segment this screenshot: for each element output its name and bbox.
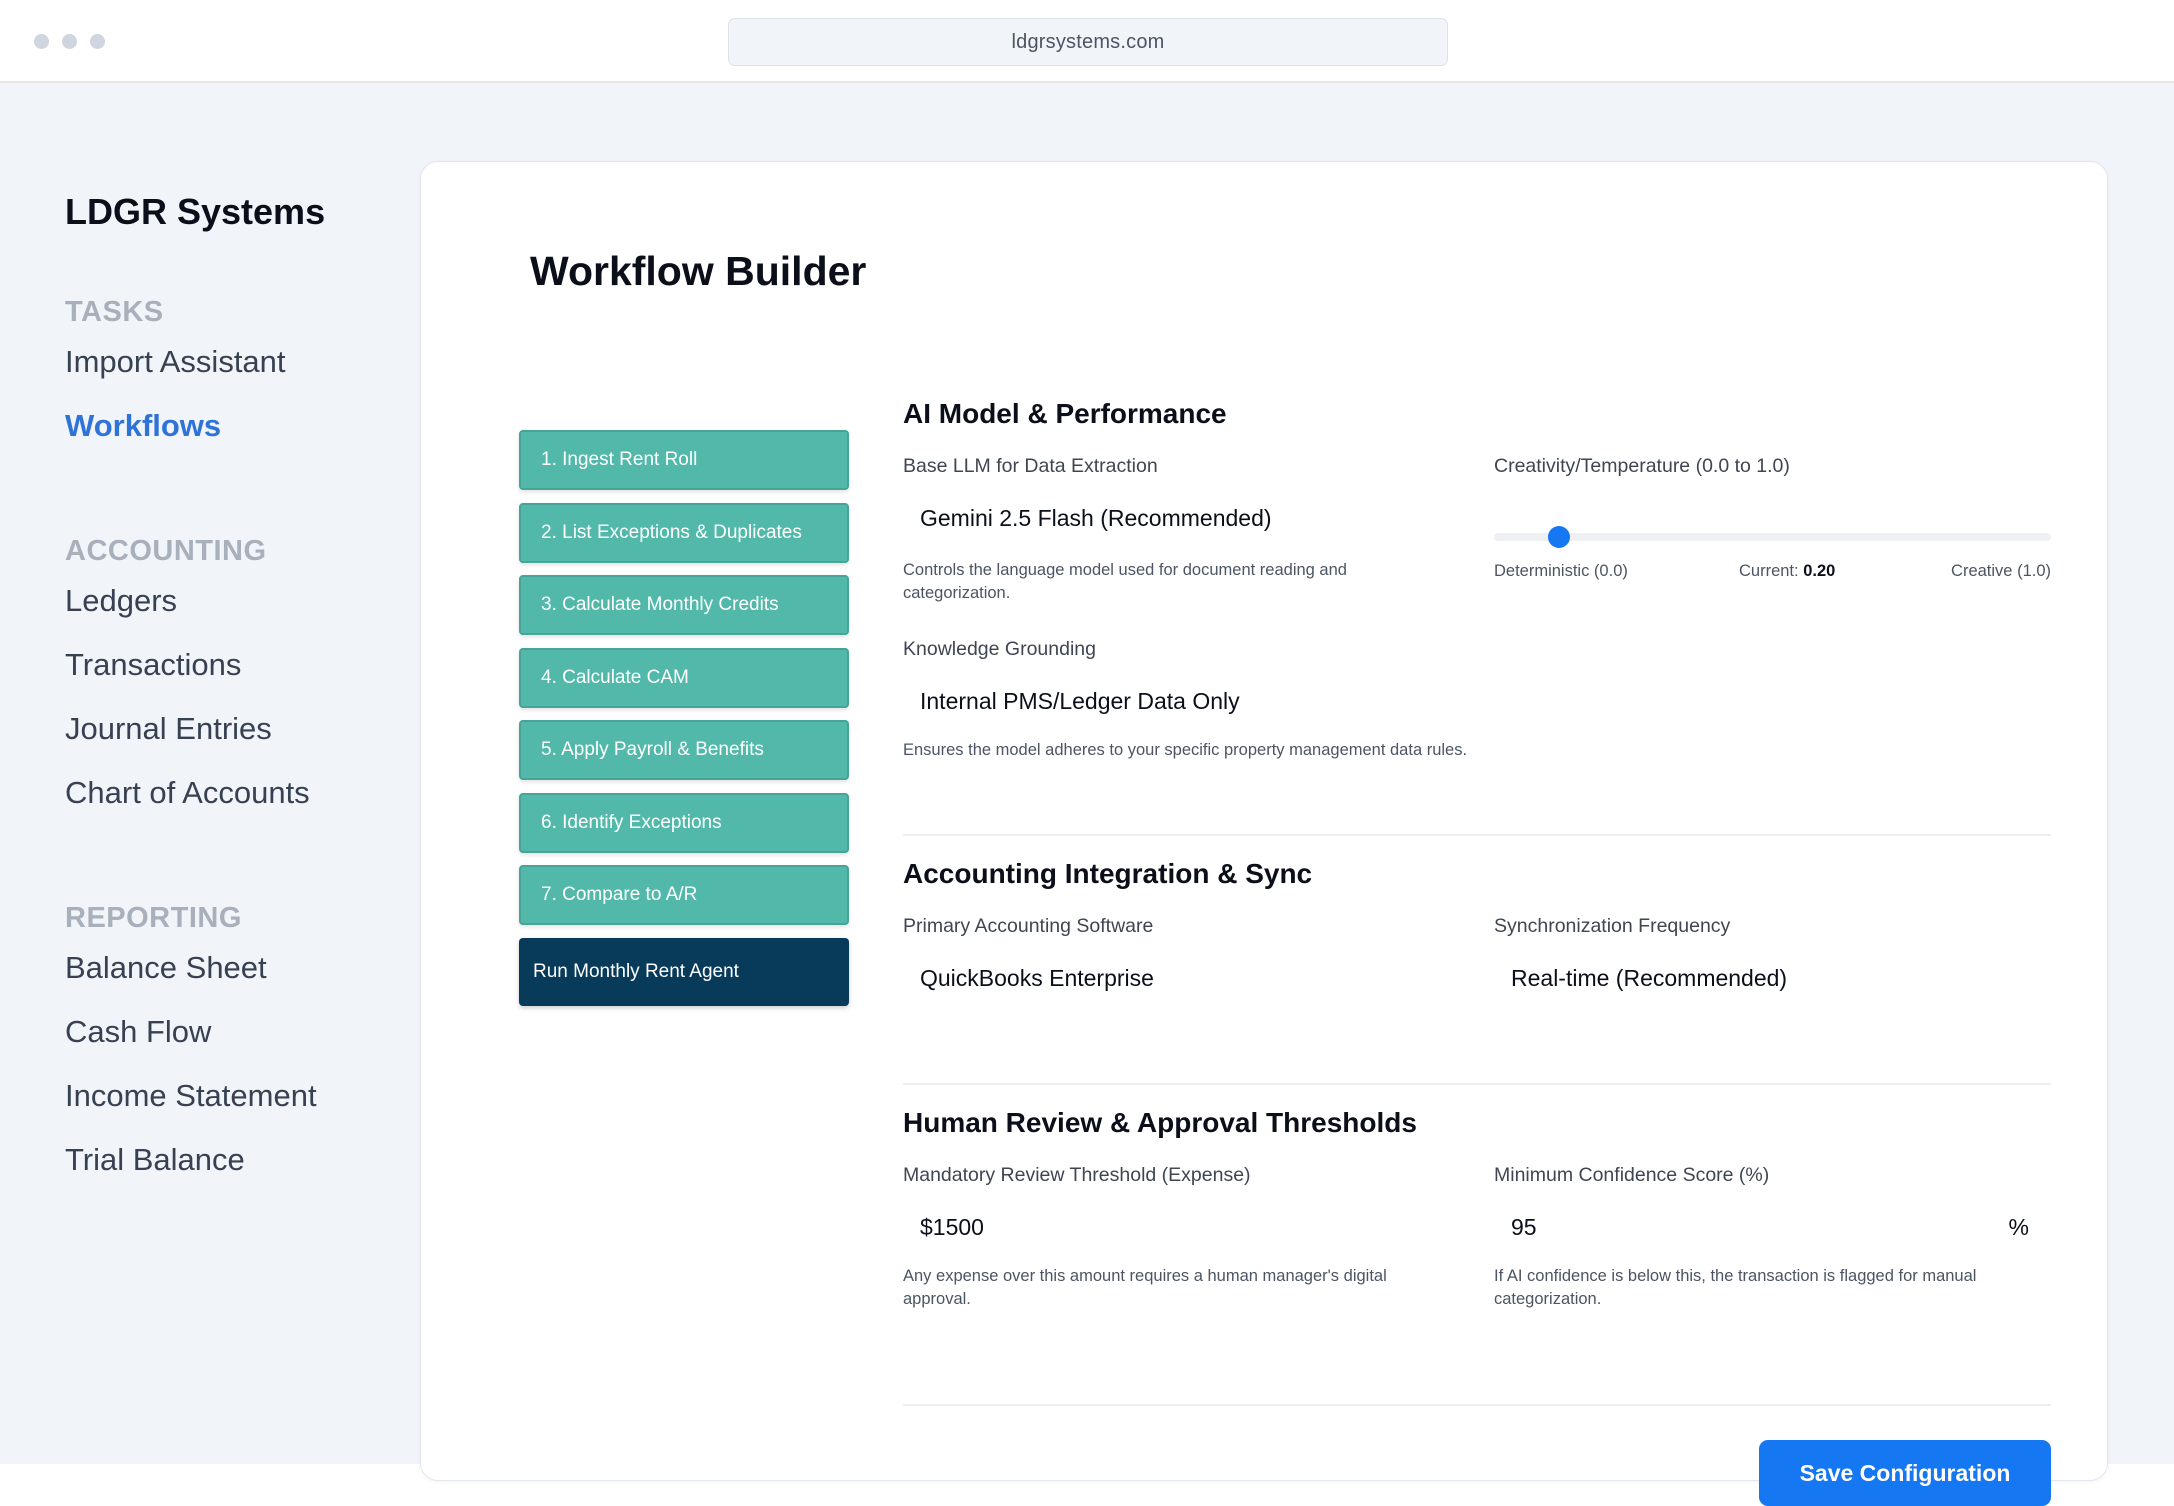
nav-section-reporting: REPORTING — [65, 902, 242, 934]
run-monthly-rent-agent-button[interactable]: Run Monthly Rent Agent — [519, 938, 849, 1006]
address-bar[interactable]: ldgrsystems.com — [728, 18, 1448, 66]
section-title-review: Human Review & Approval Thresholds — [903, 1107, 1417, 1138]
llm-help-text: Controls the language model used for doc… — [903, 561, 1347, 602]
review-threshold-help-text: Any expense over this amount requires a … — [903, 1267, 1387, 1308]
workflow-builder-card: Workflow Builder 1. Ingest Rent Roll 2. … — [420, 161, 2108, 1506]
percent-suffix: % — [2008, 1214, 2029, 1240]
sidebar-item-journal-entries[interactable]: Journal Entries — [65, 711, 272, 747]
workflow-step-identify-exceptions[interactable]: 6. Identify Exceptions — [519, 793, 849, 853]
confidence-score-help-text: If AI confidence is below this, the tran… — [1494, 1267, 1977, 1308]
section-title-ai-model: AI Model & Performance — [903, 398, 1227, 429]
temperature-slider-thumb[interactable] — [1547, 526, 1570, 548]
save-configuration-button[interactable]: Save Configuration — [1759, 1440, 2051, 1506]
temperature-current-readout: Current: 0.20 — [1739, 562, 1835, 581]
close-window-icon[interactable] — [34, 34, 49, 49]
confidence-score-input[interactable]: 95 — [1511, 1214, 1537, 1241]
workflow-step-ingest-rent-roll[interactable]: 1. Ingest Rent Roll — [519, 430, 849, 490]
llm-select[interactable]: Gemini 2.5 Flash (Recommended) — [920, 505, 1272, 532]
review-threshold-label: Mandatory Review Threshold (Expense) — [903, 1164, 1251, 1186]
section-divider — [903, 1404, 2051, 1406]
workflow-step-list-exceptions[interactable]: 2. List Exceptions & Duplicates — [519, 503, 849, 563]
workflow-step-payroll-benefits[interactable]: 5. Apply Payroll & Benefits — [519, 720, 849, 780]
review-threshold-input[interactable]: $1500 — [920, 1214, 984, 1241]
review-threshold-value: 1500 — [932, 1214, 984, 1240]
app-area: LDGR Systems TASKS Import Assistant Work… — [0, 83, 2174, 1506]
sync-frequency-select[interactable]: Real-time (Recommended) — [1511, 965, 1787, 992]
workflow-step-monthly-credits[interactable]: 3. Calculate Monthly Credits — [519, 575, 849, 635]
section-divider — [903, 834, 2051, 836]
sidebar-item-income-statement[interactable]: Income Statement — [65, 1078, 317, 1114]
temperature-current-prefix: Current: — [1739, 562, 1799, 580]
nav-section-tasks: TASKS — [65, 296, 164, 328]
sidebar-item-balance-sheet[interactable]: Balance Sheet — [65, 950, 267, 986]
sidebar-item-cash-flow[interactable]: Cash Flow — [65, 1014, 211, 1050]
sidebar-item-import-assistant[interactable]: Import Assistant — [65, 344, 286, 380]
url-text: ldgrsystems.com — [1011, 30, 1165, 53]
confidence-score-label: Minimum Confidence Score (%) — [1494, 1164, 1770, 1186]
temperature-max-label: Creative (1.0) — [1951, 562, 2051, 580]
maximize-window-icon[interactable] — [90, 34, 105, 49]
grounding-select[interactable]: Internal PMS/Ledger Data Only — [920, 688, 1240, 715]
temperature-min-label: Deterministic (0.0) — [1494, 562, 1628, 580]
browser-toolbar: ldgrsystems.com — [0, 0, 2174, 83]
sidebar-item-ledgers[interactable]: Ledgers — [65, 583, 177, 619]
currency-prefix: $ — [920, 1214, 933, 1240]
workflow-step-compare-ar[interactable]: 7. Compare to A/R — [519, 865, 849, 925]
temperature-current-value: 0.20 — [1803, 562, 1836, 580]
sidebar-item-chart-of-accounts[interactable]: Chart of Accounts — [65, 775, 310, 811]
sidebar-item-trial-balance[interactable]: Trial Balance — [65, 1142, 245, 1178]
grounding-help-text: Ensures the model adheres to your specif… — [903, 741, 1468, 759]
llm-label: Base LLM for Data Extraction — [903, 455, 1158, 477]
sidebar-item-transactions[interactable]: Transactions — [65, 647, 241, 683]
temperature-slider-track[interactable] — [1494, 533, 2051, 541]
minimize-window-icon[interactable] — [62, 34, 77, 49]
window-controls — [34, 34, 105, 49]
nav-section-accounting: ACCOUNTING — [65, 535, 267, 567]
temperature-label: Creativity/Temperature (0.0 to 1.0) — [1494, 455, 1790, 477]
brand-name: LDGR Systems — [65, 191, 326, 232]
accounting-software-select[interactable]: QuickBooks Enterprise — [920, 965, 1154, 992]
page-title: Workflow Builder — [530, 248, 867, 294]
section-title-integration: Accounting Integration & Sync — [903, 858, 1313, 889]
grounding-label: Knowledge Grounding — [903, 638, 1096, 660]
sync-frequency-label: Synchronization Frequency — [1494, 915, 1731, 937]
sidebar-item-workflows[interactable]: Workflows — [65, 408, 221, 444]
section-divider — [903, 1083, 2051, 1085]
accounting-software-label: Primary Accounting Software — [903, 915, 1154, 937]
workflow-step-calculate-cam[interactable]: 4. Calculate CAM — [519, 648, 849, 708]
